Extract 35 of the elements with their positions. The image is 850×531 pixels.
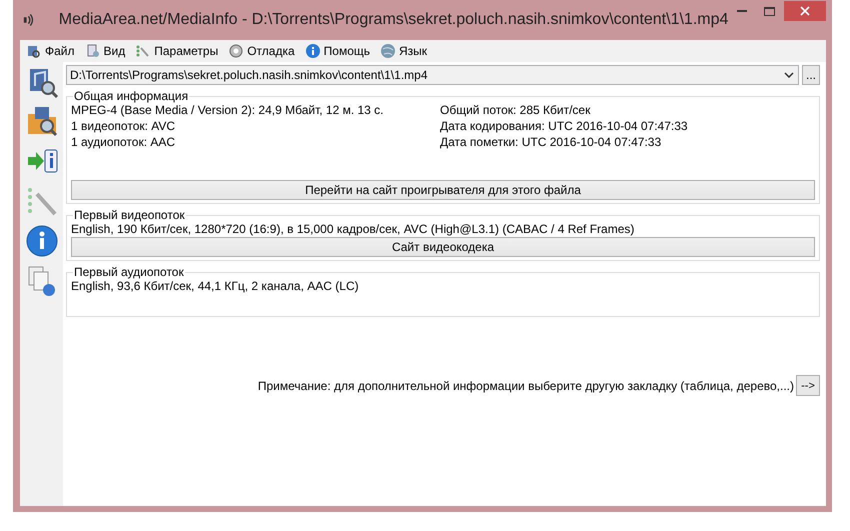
window-title: MediaArea.net/MediaInfo - D:\Torrents\Programs\sekret.poluch.nasih.snimkov\content\1\1.mp4	[58, 11, 728, 29]
menu-item[interactable]: Отладка	[226, 43, 297, 59]
info-icon[interactable]	[24, 224, 58, 258]
close-icon	[800, 6, 810, 16]
chevron-down-icon	[784, 72, 794, 78]
menu-item[interactable]: Параметры	[133, 43, 220, 59]
close-button[interactable]	[784, 1, 826, 21]
info-line: 1 аудиопоток: AAC	[71, 134, 176, 150]
globe-icon	[380, 43, 396, 59]
info-line: Общий поток: 285 Кбит/сек	[440, 102, 592, 118]
file-path-dropdown[interactable]: D:\Torrents\Programs\sekret.poluch.nasih.snimkov\content\1\1.mp4	[66, 65, 799, 85]
info-line: 1 видеопоток: AVC	[71, 118, 176, 134]
note-text: Примечание: для дополнительной информации выберите другую закладку (таблица, дерево,...)	[258, 378, 794, 394]
document-icon	[84, 43, 101, 59]
codec-site-button[interactable]: Сайт видеокодека	[71, 237, 815, 257]
maximize-icon	[764, 6, 776, 16]
browse-button[interactable]: ...	[802, 65, 820, 85]
menu-item[interactable]: Помощь	[302, 43, 372, 59]
minimize-icon	[737, 10, 748, 12]
info-line: Дата пометки: UTC 2016-10-04 07:47:33	[440, 134, 662, 150]
section-title: Общая информация	[73, 90, 190, 102]
info-line: Дата кодирования: UTC 2016-10-04 07:47:33	[440, 118, 688, 134]
menu-item[interactable]: Язык	[378, 43, 430, 59]
info-line: English, 190 Кбит/сек, 1280*720 (16:9), в 15,000 кадров/сек, AVC (High@L3.1) (CABAC / 4 Ref Frames)	[71, 222, 636, 237]
info-icon	[304, 43, 321, 59]
next-view-button[interactable]: -->	[796, 375, 820, 396]
section-title: Первый аудиопоток	[73, 266, 185, 278]
list-icon	[135, 43, 152, 59]
menu-item[interactable]: Вид	[82, 43, 128, 59]
info-line: MPEG-4 (Base Media / Version 2): 24,9 Мбайт, 12 м. 13 с.	[71, 102, 385, 118]
file-path: D:\Torrents\Programs\sekret.poluch.nasih.snimkov\content\1\1.mp4	[70, 68, 428, 82]
section-title: Первый видеопоток	[73, 209, 186, 221]
info-line: English, 93,6 Кбит/сек, 44,1 КГц, 2 канала, AAC (LC)	[71, 278, 360, 294]
player-site-button[interactable]: Перейти на сайт проигрывателя для этого файла	[71, 180, 815, 200]
menu-item[interactable]: Файл	[24, 43, 77, 59]
